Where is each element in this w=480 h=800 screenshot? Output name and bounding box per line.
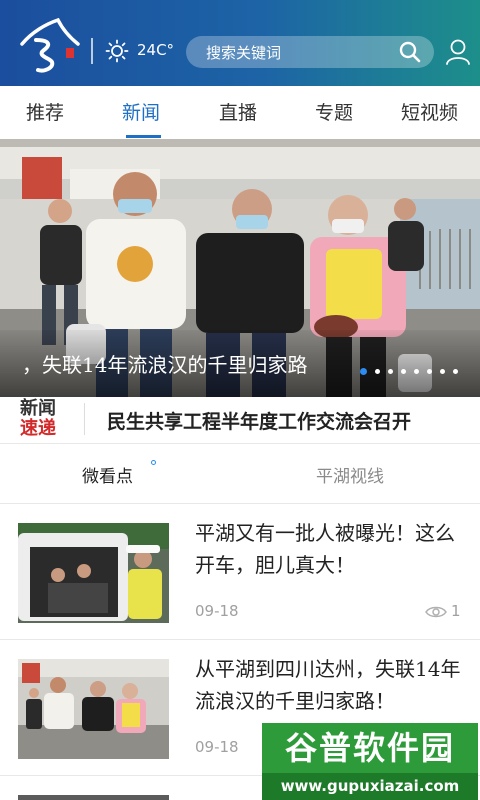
banner-caption[interactable]: ，失联14年流浪汉的千里归家路 xyxy=(22,349,332,378)
tab-live[interactable]: 直播 xyxy=(219,98,257,125)
subtab-micro-highlights[interactable]: 微看点 xyxy=(82,462,133,487)
item-title[interactable]: 平湖又有一批人被曝光！这么开车，胆儿真大！ xyxy=(195,517,465,581)
carousel-dot[interactable] xyxy=(453,369,458,374)
news-flash-bar[interactable]: 新闻 速递 民生共享工程半年度工作交流会召开 xyxy=(0,397,480,443)
thumbnail xyxy=(18,795,169,800)
watermark-title: 谷普软件园 xyxy=(262,723,478,773)
top-header: 24C° 搜索关键词 xyxy=(0,0,480,86)
news-flash-label-2: 速递 xyxy=(20,418,56,439)
watermark: 谷普软件园 www.gupuxiazai.com xyxy=(262,723,478,800)
tab-recommend[interactable]: 推荐 xyxy=(26,98,64,125)
thumbnail xyxy=(18,659,169,759)
category-tabs: 推荐 新闻 直播 专题 短视频 xyxy=(0,86,480,138)
carousel-dot[interactable] xyxy=(414,369,419,374)
watermark-url: www.gupuxiazai.com xyxy=(262,773,478,800)
search-placeholder: 搜索关键词 xyxy=(206,44,282,62)
active-tab-indicator xyxy=(126,135,161,138)
carousel-dot[interactable] xyxy=(375,369,380,374)
carousel-dot[interactable] xyxy=(388,369,393,374)
divider xyxy=(0,443,480,444)
thumbnail xyxy=(18,523,169,623)
view-count: 1 xyxy=(451,602,461,620)
carousel-dot[interactable] xyxy=(427,369,432,374)
news-flash-divider xyxy=(84,403,85,435)
search-icon[interactable] xyxy=(398,40,422,64)
tab-topics[interactable]: 专题 xyxy=(315,98,353,125)
header-divider xyxy=(91,38,93,64)
update-indicator xyxy=(151,460,156,465)
item-date: 09-18 xyxy=(195,738,239,756)
subtab-pinghu-view[interactable]: 平湖视线 xyxy=(316,462,384,487)
tab-news[interactable]: 新闻 xyxy=(122,98,160,125)
news-flash-label-1: 新闻 xyxy=(20,398,56,419)
carousel-dot[interactable] xyxy=(360,368,367,375)
carousel-dot[interactable] xyxy=(401,369,406,374)
temperature: 24C° xyxy=(137,41,175,59)
list-item[interactable]: 平湖又有一批人被曝光！这么开车，胆儿真大！ 09-18 1 xyxy=(0,503,480,639)
logo[interactable] xyxy=(18,18,80,74)
sun-icon xyxy=(105,39,129,63)
carousel-indicators xyxy=(360,361,466,375)
item-title[interactable]: 从平湖到四川达州，失联14年流浪汉的千里归家路！ xyxy=(195,653,465,717)
app-screen: 24C° 搜索关键词 推荐 新闻 直播 专题 短视频 ，失联14年流浪汉的千里归… xyxy=(0,0,480,800)
search-bar[interactable]: 搜索关键词 xyxy=(186,36,434,68)
tab-short-video[interactable]: 短视频 xyxy=(401,98,458,125)
news-flash-headline[interactable]: 民生共享工程半年度工作交流会召开 xyxy=(107,407,411,434)
user-icon[interactable] xyxy=(445,38,471,66)
eye-icon xyxy=(425,606,447,618)
news-flash-logo: 新闻 速递 xyxy=(20,399,66,439)
item-date: 09-18 xyxy=(195,602,239,620)
carousel-dot[interactable] xyxy=(440,369,445,374)
